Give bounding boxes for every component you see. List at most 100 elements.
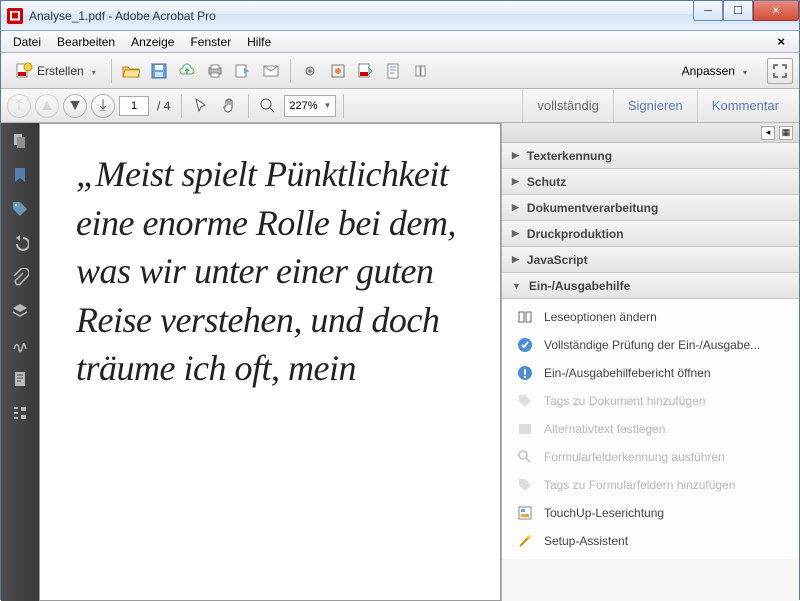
zoom-select[interactable]: 227%▼ <box>284 95 336 117</box>
document-view[interactable]: „Meist spielt Pünktlichkeit eine enorme … <box>39 123 501 601</box>
maximize-button[interactable]: ☐ <box>723 1 753 21</box>
item-touchup-reading[interactable]: TouchUp-Leserichtung <box>502 499 799 527</box>
dropdown-arrow-icon <box>739 64 747 78</box>
cursor-icon <box>192 97 210 115</box>
report-icon <box>516 364 534 382</box>
doc-close-button[interactable]: × <box>769 32 793 51</box>
menu-window[interactable]: Fenster <box>182 33 239 51</box>
window-title: Analyse_1.pdf - Adobe Acrobat Pro <box>29 9 216 23</box>
check-circle-icon <box>516 336 534 354</box>
hand-icon <box>220 97 238 115</box>
section-protection[interactable]: ▶Schutz <box>502 169 799 195</box>
item-setup-wizard[interactable]: Setup-Assistent <box>502 527 799 555</box>
customize-button[interactable]: Anpassen <box>672 64 757 78</box>
tab-sign[interactable]: Signieren <box>613 89 697 122</box>
pointer-tool-button[interactable] <box>189 94 213 118</box>
hand-tool-button[interactable] <box>217 94 241 118</box>
order-icon[interactable] <box>10 403 30 423</box>
page-icon[interactable] <box>10 369 30 389</box>
cloud-upload-icon <box>178 62 196 80</box>
titlebar: Analyse_1.pdf - Adobe Acrobat Pro ─ ☐ ✕ <box>1 1 799 31</box>
email-button[interactable] <box>259 59 283 83</box>
share-button[interactable] <box>231 59 255 83</box>
tag-add-icon <box>516 392 534 410</box>
wand-icon <box>516 532 534 550</box>
printer-icon <box>206 62 224 80</box>
tool-button-2[interactable] <box>326 59 350 83</box>
convert-icon <box>357 62 375 80</box>
page-input[interactable] <box>119 96 149 116</box>
section-text-recognition[interactable]: ▶Texterkennung <box>502 143 799 169</box>
tool-icon <box>329 62 347 80</box>
tool-button-5[interactable] <box>410 59 434 83</box>
app-icon <box>7 8 23 24</box>
tool-button-3[interactable] <box>354 59 378 83</box>
layers-icon[interactable] <box>10 301 30 321</box>
item-add-tags-form[interactable]: Tags zu Formularfeldern hinzufügen <box>502 471 799 499</box>
touchup-icon <box>516 504 534 522</box>
save-icon <box>150 62 168 80</box>
section-accessibility[interactable]: ▼Ein-/Ausgabehilfe <box>502 273 799 299</box>
magnifier-icon <box>259 97 277 115</box>
zoom-tool-button[interactable] <box>256 94 280 118</box>
left-sidebar <box>1 123 39 601</box>
first-page-button[interactable]: ⤒ <box>7 94 31 118</box>
book-icon <box>516 308 534 326</box>
main-toolbar: Erstellen Anpassen <box>1 53 799 89</box>
panel-collapse-button[interactable]: ◂ <box>761 126 775 140</box>
attachment-icon[interactable] <box>10 267 30 287</box>
document-text: „Meist spielt Pünktlichkeit eine enorme … <box>76 150 490 393</box>
section-print-production[interactable]: ▶Druckproduktion <box>502 221 799 247</box>
menu-edit[interactable]: Bearbeiten <box>49 33 123 51</box>
create-button[interactable]: Erstellen <box>7 59 104 83</box>
nav-toolbar: ⤒ ▲ ▼ ⤓ / 4 227%▼ vollständig Signieren … <box>1 89 799 123</box>
folder-open-icon <box>122 62 140 80</box>
dropdown-arrow-icon <box>88 64 96 78</box>
tag-icon[interactable] <box>10 199 30 219</box>
multipage-icon <box>413 62 431 80</box>
section-doc-processing[interactable]: ▶Dokumentverarbeitung <box>502 195 799 221</box>
item-full-check[interactable]: Vollständige Prüfung der Ein-/Ausgabe... <box>502 331 799 359</box>
thumbnails-icon[interactable] <box>10 131 30 151</box>
print-button[interactable] <box>203 59 227 83</box>
gear-icon <box>301 62 319 80</box>
tag-form-icon <box>516 476 534 494</box>
next-page-button[interactable]: ▼ <box>63 94 87 118</box>
page-total: / 4 <box>153 99 174 113</box>
envelope-icon <box>262 62 280 80</box>
save-button[interactable] <box>147 59 171 83</box>
tool-button-1[interactable] <box>298 59 322 83</box>
tools-panel: ◂ ▦ ▶Texterkennung ▶Schutz ▶Dokumentvera… <box>501 123 799 601</box>
fullscreen-button[interactable] <box>767 58 793 84</box>
panel-header: ◂ ▦ <box>502 123 799 143</box>
minimize-button[interactable]: ─ <box>693 1 723 21</box>
item-alt-text[interactable]: Alternativtext festlegen <box>502 415 799 443</box>
prev-page-button[interactable]: ▲ <box>35 94 59 118</box>
section-javascript[interactable]: ▶JavaScript <box>502 247 799 273</box>
create-pdf-icon <box>15 62 33 80</box>
cloud-button[interactable] <box>175 59 199 83</box>
expand-icon <box>773 64 787 78</box>
last-page-button[interactable]: ⤓ <box>91 94 115 118</box>
tab-full[interactable]: vollständig <box>522 89 612 122</box>
share-icon <box>234 62 252 80</box>
menu-help[interactable]: Hilfe <box>239 33 279 51</box>
item-form-detect[interactable]: Formularfelderkennung ausführen <box>502 443 799 471</box>
alttext-icon <box>516 420 534 438</box>
search-icon <box>516 448 534 466</box>
menu-view[interactable]: Anzeige <box>123 33 182 51</box>
item-reading-options[interactable]: Leseoptionen ändern <box>502 303 799 331</box>
item-add-tags-doc[interactable]: Tags zu Dokument hinzufügen <box>502 387 799 415</box>
undo-icon[interactable] <box>10 233 30 253</box>
signature-icon[interactable] <box>10 335 30 355</box>
panel-menu-button[interactable]: ▦ <box>779 126 793 140</box>
tool-button-4[interactable] <box>382 59 406 83</box>
menubar: Datei Bearbeiten Anzeige Fenster Hilfe × <box>1 31 799 53</box>
menu-file[interactable]: Datei <box>5 33 49 51</box>
bookmark-icon[interactable] <box>10 165 30 185</box>
item-open-report[interactable]: Ein-/Ausgabehilfebericht öffnen <box>502 359 799 387</box>
open-button[interactable] <box>119 59 143 83</box>
tab-comment[interactable]: Kommentar <box>697 89 793 122</box>
close-button[interactable]: ✕ <box>753 1 799 21</box>
edit-icon <box>385 62 403 80</box>
